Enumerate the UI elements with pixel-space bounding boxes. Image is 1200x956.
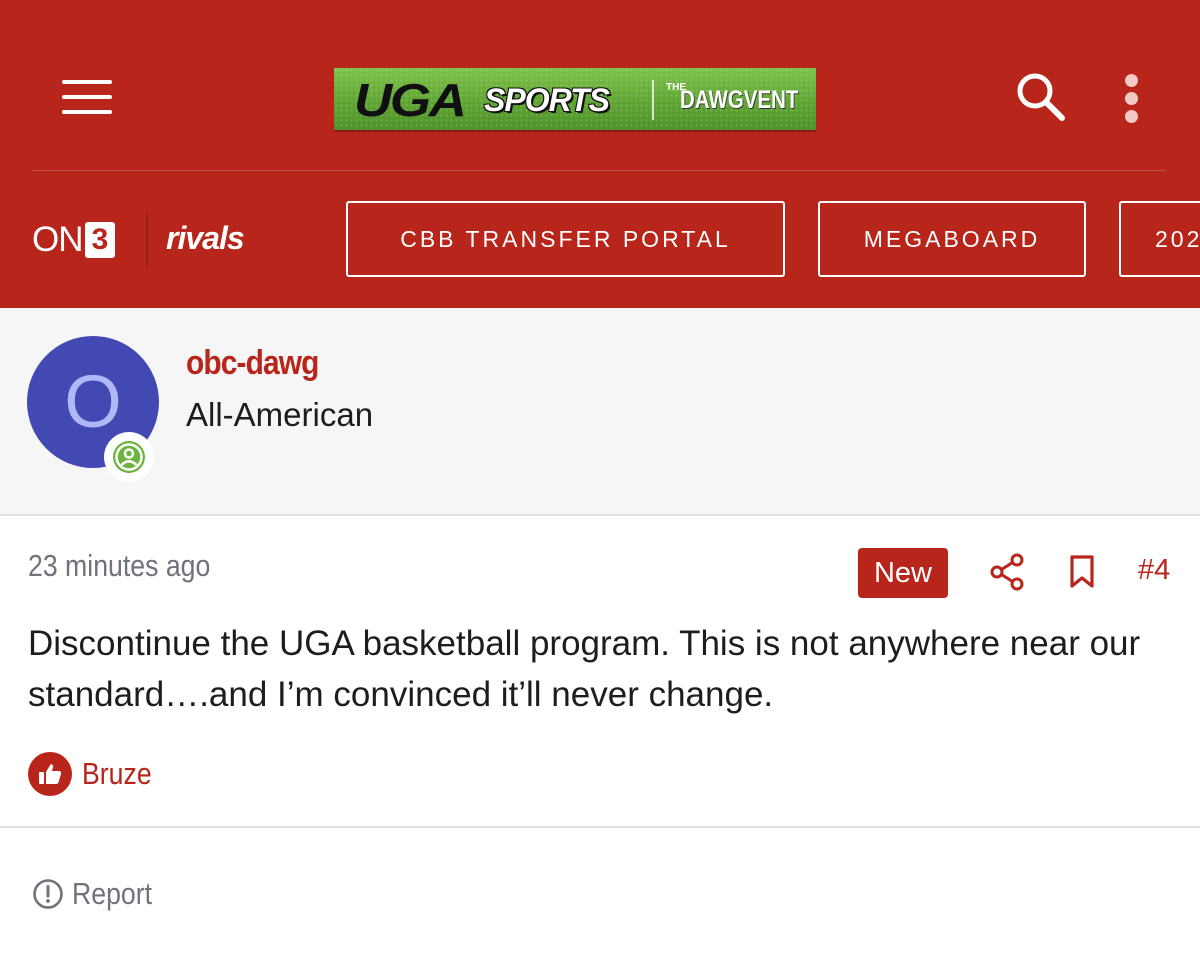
site-header: UGA SPORTS THE DAWGVENT ON 3 rivals CBB … [0,0,1200,308]
search-icon[interactable] [1014,70,1068,124]
reaction-username[interactable]: Bruze [82,756,152,792]
report-label: Report [72,876,153,911]
user-circle-icon [104,432,154,482]
logo-sports-text: SPORTS [484,82,610,118]
avatar-letter: O [64,360,122,443]
author-title: All-American [186,396,374,433]
hamburger-menu-icon[interactable] [62,80,112,114]
logo-dawgvent-text: DAWGVENT [680,86,799,114]
header-divider [32,170,1166,171]
reaction-summary[interactable]: Bruze [28,752,163,796]
nav-cbb-transfer-portal[interactable]: CBB TRANSFER PORTAL [346,201,785,277]
nav-item-truncated[interactable]: 202 [1119,201,1200,277]
alert-circle-icon [33,879,63,909]
bookmark-icon[interactable] [1066,552,1098,592]
post-author: O obc-dawg All-American [0,308,1200,516]
post-timestamp[interactable]: 23 minutes ago [28,548,210,584]
author-username[interactable]: obc-dawg [186,344,319,383]
logo-uga-text: UGA [354,74,467,126]
on3-logo[interactable]: ON 3 [32,220,115,260]
logo-divider [652,80,654,120]
post-number-link[interactable]: #4 [1138,554,1170,587]
more-vertical-icon[interactable] [1118,72,1146,123]
post-body: Discontinue the UGA basketball program. … [28,624,1141,714]
share-icon[interactable] [988,552,1028,592]
on3-logo-text: ON [32,220,83,259]
thumbs-up-icon [28,752,72,796]
site-logo[interactable]: UGA SPORTS THE DAWGVENT [334,68,816,130]
on3-logo-three: 3 [84,222,115,258]
nav-megaboard[interactable]: MEGABOARD [818,201,1086,277]
new-badge: New [858,548,948,598]
rivals-logo[interactable]: rivals [166,220,245,257]
post-divider [0,826,1200,828]
brand-divider [146,214,148,266]
report-button[interactable]: Report [32,876,165,912]
